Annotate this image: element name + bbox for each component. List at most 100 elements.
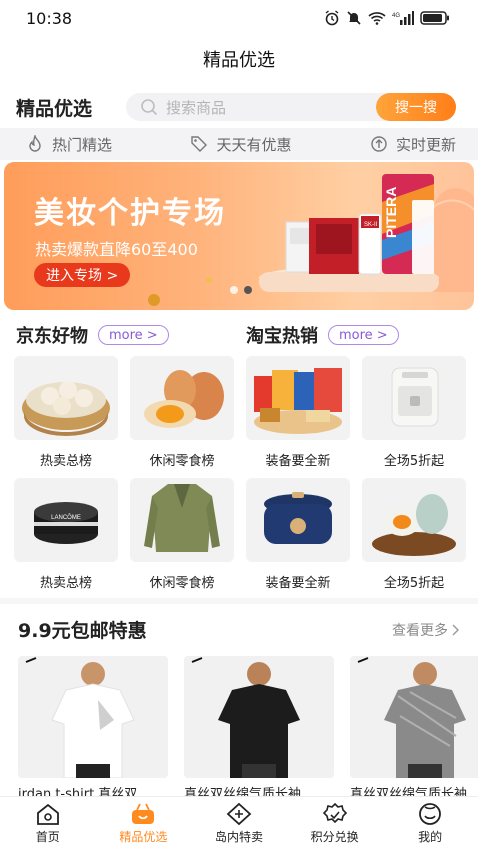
category-headings: 京东好物 more > 淘宝热销 more > xyxy=(0,322,478,350)
product-image-salted-eggs xyxy=(362,478,466,562)
feature-live-updates: 实时更新 xyxy=(370,134,456,155)
deal-card[interactable]: 真丝双丝绵气质长袖 xyxy=(184,656,334,796)
lancome-brand-text: LANCÔME xyxy=(51,514,81,521)
tag-icon xyxy=(226,802,252,826)
product-item[interactable]: 休闲零食榜 xyxy=(130,478,234,600)
search-input[interactable]: 搜索商品 搜一搜 xyxy=(126,93,456,121)
search-header: 精品优选 搜索商品 搜一搜 xyxy=(0,90,478,124)
alarm-icon xyxy=(325,10,339,26)
search-icon xyxy=(141,99,158,116)
deal-card[interactable]: 真丝双丝绵气质长袖 xyxy=(350,656,478,796)
gift-points-icon xyxy=(322,802,347,824)
product-item[interactable]: 休闲零食榜 xyxy=(130,356,234,478)
chevron-right-icon xyxy=(452,624,459,635)
tab-label: 精品优选 xyxy=(119,830,168,844)
deals-carousel: jrdan t-shirt 真丝双 真丝双丝绵气质长袖 真丝双丝绵气质长袖 xyxy=(18,656,478,796)
feature-label: 天天有优惠 xyxy=(216,135,292,154)
deals-more-link[interactable]: 查看更多 xyxy=(392,620,460,640)
smiley-profile-icon xyxy=(419,803,442,825)
category-jd: 京东好物 more > xyxy=(16,322,169,348)
deal-caption: 真丝双丝绵气质长袖 xyxy=(184,787,302,796)
tab-label: 积分兑换 xyxy=(310,830,359,844)
feature-label: 实时更新 xyxy=(395,135,456,154)
category-title: 淘宝热销 xyxy=(246,326,318,347)
deals-title: 9.9元包邮特惠 xyxy=(18,620,147,642)
status-bar: 10:38 4G xyxy=(0,0,478,36)
product-label: 装备要全新 xyxy=(265,454,331,469)
promo-banner[interactable]: PITERA SK-II 美妆个护专场 热卖爆款直降60至400 进入专场 > xyxy=(4,162,474,310)
product-label: 全场5折起 xyxy=(383,454,445,469)
tab-label: 首页 xyxy=(35,830,60,844)
product-label: 热卖总榜 xyxy=(39,454,92,469)
category-title: 京东好物 xyxy=(16,326,88,347)
product-label: 休闲零食榜 xyxy=(149,576,215,591)
product-image-rice-cooker xyxy=(246,478,350,562)
section-label: 精品优选 xyxy=(16,97,93,120)
refresh-up-icon xyxy=(371,136,387,152)
coupon-tag-icon xyxy=(191,136,208,152)
mute-icon xyxy=(347,11,361,25)
banner-title: 美妆个护专场 xyxy=(34,196,226,231)
tab-island-sale[interactable]: 岛内特卖 xyxy=(191,797,287,850)
category-taobao: 淘宝热销 more > xyxy=(246,322,399,348)
wifi-icon xyxy=(368,12,386,25)
product-image-snacks xyxy=(246,356,350,440)
banner-subtitle: 热卖爆款直降60至400 xyxy=(35,240,198,259)
product-image-lancome-cream: LANCÔME xyxy=(14,478,118,562)
product-item[interactable]: 热卖总榜 xyxy=(14,356,118,478)
deal-image-white-tee xyxy=(18,656,168,778)
battery-icon xyxy=(420,11,449,25)
tab-label: 我的 xyxy=(418,830,443,844)
banner-pitera-text: PITERA xyxy=(383,187,399,238)
more-button-jd[interactable]: more > xyxy=(98,325,169,345)
banner-dot-active xyxy=(244,286,252,294)
product-item[interactable]: 全场5折起 xyxy=(362,478,466,600)
deals-more-label: 查看更多 xyxy=(392,622,448,639)
product-image-air-fryer xyxy=(362,356,466,440)
banner-skii-text: SK-II xyxy=(364,222,378,228)
deal-card[interactable]: jrdan t-shirt 真丝双 xyxy=(18,656,168,796)
tab-selected-products[interactable]: 精品优选 xyxy=(96,797,192,850)
product-item[interactable]: LANCÔME 热卖总榜 xyxy=(14,478,118,600)
home-icon xyxy=(36,803,59,825)
deal-image-grey-tee xyxy=(350,656,478,778)
product-item[interactable]: 装备要全新 xyxy=(246,356,350,478)
product-label: 全场5折起 xyxy=(383,576,445,591)
basket-icon xyxy=(132,803,155,824)
svg-text:4G: 4G xyxy=(392,13,400,19)
product-label: 装备要全新 xyxy=(265,576,331,591)
tab-home[interactable]: 首页 xyxy=(0,797,96,850)
search-button[interactable]: 搜一搜 xyxy=(376,93,456,121)
banner-dot xyxy=(230,286,238,294)
product-label: 热卖总榜 xyxy=(39,576,92,591)
banner-pagination xyxy=(230,286,252,294)
bottom-tab-bar: 首页 精品优选 岛内特卖 积分兑换 我的 xyxy=(0,796,478,850)
features-bar: 热门精选 天天有优惠 实时更新 xyxy=(0,128,478,160)
search-placeholder: 搜索商品 xyxy=(166,98,227,117)
tab-profile[interactable]: 我的 xyxy=(382,797,478,850)
tab-points-exchange[interactable]: 积分兑换 xyxy=(287,797,383,850)
page-title: 精品优选 xyxy=(203,50,275,71)
feature-label: 热门精选 xyxy=(52,135,113,154)
signal-4g-icon: 4G xyxy=(392,11,414,25)
product-image-dumplings xyxy=(14,356,118,440)
feature-daily-deals: 天天有优惠 xyxy=(190,134,292,155)
status-time: 10:38 xyxy=(26,8,73,28)
status-icons: 4G xyxy=(324,10,450,26)
feature-hot-picks: 热门精选 xyxy=(26,134,112,155)
product-image-blazer xyxy=(130,478,234,562)
flame-icon xyxy=(29,135,41,152)
product-item[interactable]: 装备要全新 xyxy=(246,478,350,600)
deal-caption: 真丝双丝绵气质长袖 xyxy=(350,787,468,796)
banner-enter-button[interactable]: 进入专场 > xyxy=(34,263,131,287)
section-divider xyxy=(0,598,478,604)
more-button-taobao[interactable]: more > xyxy=(328,325,399,345)
deal-image-black-tee xyxy=(184,656,334,778)
tab-label: 岛内特卖 xyxy=(214,830,263,844)
deal-caption: jrdan t-shirt 真丝双 xyxy=(18,787,138,796)
product-item[interactable]: 全场5折起 xyxy=(362,356,466,478)
product-image-eggs xyxy=(130,356,234,440)
product-grid: 热卖总榜 休闲零食榜 装备要全新 全场5折起 LANCÔME 热卖总榜 休闲零食… xyxy=(14,356,466,600)
deals-header: 9.9元包邮特惠 查看更多 xyxy=(18,616,460,643)
product-label: 休闲零食榜 xyxy=(149,454,215,469)
